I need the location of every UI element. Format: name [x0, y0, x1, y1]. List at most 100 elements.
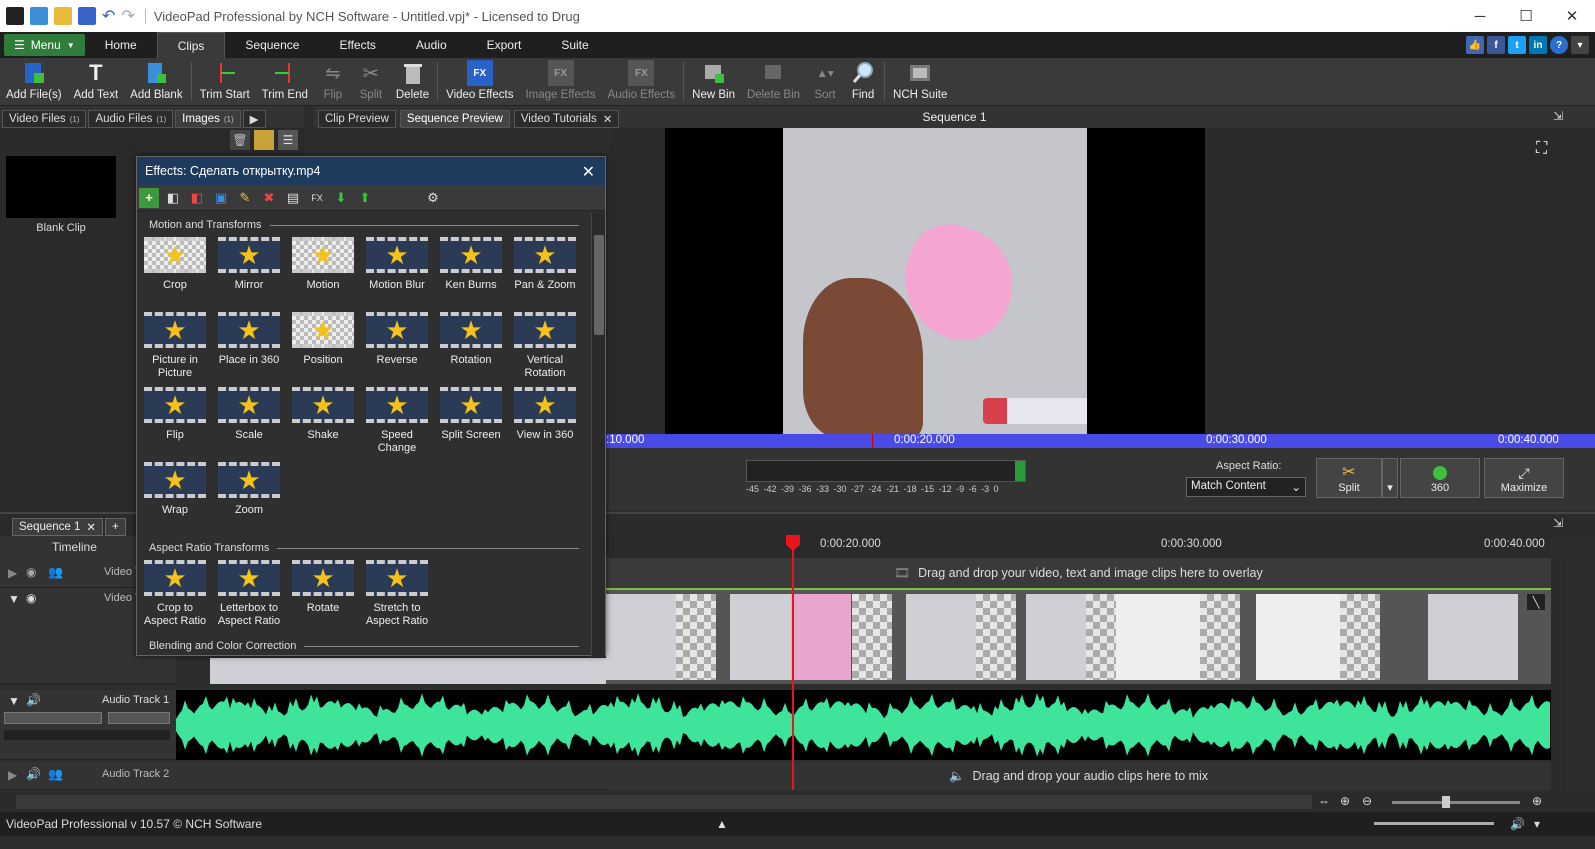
effect-reverse[interactable]: ★ Reverse — [361, 312, 433, 367]
add-keyframe-icon[interactable]: ◧ — [163, 188, 183, 208]
flip-button[interactable]: ⇋ Flip — [314, 58, 352, 105]
eye-icon[interactable]: ◉ — [26, 565, 36, 579]
users-icon[interactable]: 👥 — [48, 565, 63, 579]
minimize-button[interactable]: ─ — [1457, 0, 1503, 32]
speaker-icon[interactable]: 🔊 — [26, 767, 41, 781]
split-preview-button[interactable]: ✂ Split — [1316, 458, 1382, 498]
master-volume-slider[interactable] — [1374, 822, 1494, 825]
edit-icon[interactable]: ✎ — [235, 188, 255, 208]
delete-effect-icon[interactable]: ✖ — [259, 188, 279, 208]
trash-icon[interactable]: 🗑 — [230, 130, 250, 150]
add-sequence-button[interactable]: + — [105, 518, 126, 536]
tab-home[interactable]: Home — [85, 32, 157, 58]
move-up-icon[interactable]: ⬆ — [355, 188, 375, 208]
effect-scale[interactable]: ★ Scale — [213, 387, 285, 442]
tab-export[interactable]: Export — [467, 32, 542, 58]
tab-scroll-right[interactable]: ▶ — [242, 110, 266, 128]
effect-mirror[interactable]: ★ Mirror — [213, 237, 285, 292]
collapse-panel-icon[interactable]: ▲ — [716, 817, 728, 831]
add-blank-button[interactable]: Add Blank — [124, 58, 188, 105]
video-track[interactable]: ╲ — [606, 588, 1551, 684]
effect-stretch-to-aspect-ratio[interactable]: ★ Stretch to Aspect Ratio — [361, 560, 433, 628]
nch-suite-button[interactable]: NCH Suite — [887, 58, 953, 105]
find-button[interactable]: Find — [844, 58, 882, 105]
settings-icon[interactable]: ⚙ — [423, 188, 443, 208]
image-effects-button[interactable]: FX Image Effects — [519, 58, 601, 105]
effect-shake[interactable]: ★ Shake — [287, 387, 359, 442]
effect-crop[interactable]: ★ Crop — [139, 237, 211, 292]
close-icon[interactable]: ✕ — [582, 162, 595, 182]
pan-slider[interactable] — [108, 712, 170, 724]
redo-icon[interactable]: ↷ — [121, 6, 134, 26]
effects-scrollbar[interactable] — [591, 213, 605, 657]
overlay-drop-zone[interactable]: 🎞 Drag and drop your video, text and ima… — [606, 558, 1551, 588]
save-icon[interactable]: ▣ — [211, 188, 231, 208]
timeline-vertical-scrollbar[interactable] — [1551, 558, 1565, 792]
zoom-slider[interactable] — [1392, 801, 1520, 804]
effect-motion-blur[interactable]: ★ Motion Blur — [361, 237, 433, 292]
playhead[interactable] — [792, 540, 794, 790]
fit-icon[interactable]: ⇔ — [1318, 794, 1330, 808]
effect-place-in-360[interactable]: ★ Place in 360 — [213, 312, 285, 367]
effect-picture-in-picture[interactable]: ★ Picture in Picture — [139, 312, 211, 380]
effect-split-screen[interactable]: ★ Split Screen — [435, 387, 507, 442]
speaker-icon[interactable]: 🔊 — [26, 693, 41, 707]
volume-slider[interactable] — [4, 712, 102, 724]
copy-icon[interactable]: ▤ — [283, 188, 303, 208]
zoom-fit-icon[interactable]: ⊕ — [1340, 794, 1350, 808]
twitter-icon[interactable]: t — [1508, 36, 1526, 54]
add-effect-icon[interactable]: + — [139, 187, 159, 208]
dropdown-icon[interactable]: ▾ — [1571, 36, 1589, 54]
delete-bin-button[interactable]: Delete Bin — [741, 58, 806, 105]
360-button[interactable]: 360 — [1400, 458, 1480, 498]
effect-rotate[interactable]: ★ Rotate — [287, 560, 359, 615]
fx-chain-icon[interactable]: FX — [307, 188, 327, 208]
sort-button[interactable]: ▲▾ Sort — [806, 58, 844, 105]
effect-pan-zoom[interactable]: ★ Pan & Zoom — [509, 237, 581, 292]
linkedin-icon[interactable]: in — [1529, 36, 1547, 54]
folder-add-icon[interactable] — [254, 130, 274, 150]
add-text-button[interactable]: T Add Text — [68, 58, 125, 105]
preview-ruler[interactable]: :10.000 0:00:20.000 0:00:30.000 0:00:40.… — [606, 434, 1595, 448]
more-icon[interactable]: ▾ — [1534, 817, 1540, 831]
like-icon[interactable]: 👍 — [1466, 36, 1484, 54]
transition-icon[interactable]: ╲ — [1527, 594, 1545, 610]
video-effects-button[interactable]: FX Video Effects — [440, 58, 519, 105]
undock-timeline-icon[interactable]: ⇲ — [1553, 516, 1563, 530]
effect-ken-burns[interactable]: ★ Ken Burns — [435, 237, 507, 292]
zoom-out-icon[interactable]: ⊖ — [1362, 794, 1372, 808]
maximize-button[interactable]: ☐ — [1503, 0, 1549, 32]
close-button[interactable]: ✕ — [1549, 0, 1595, 32]
tab-effects[interactable]: Effects — [319, 32, 395, 58]
timeline-horizontal-scrollbar[interactable]: ⇔ ⊕ ⊖ ⊕ — [0, 792, 1595, 812]
remove-keyframe-icon[interactable]: ◧ — [187, 188, 207, 208]
zoom-in-icon[interactable]: ⊕ — [1532, 794, 1542, 808]
scroll-thumb[interactable] — [16, 795, 1312, 809]
timeline-ruler[interactable]: 0:00:20.000 0:00:30.000 0:00:40.000 — [606, 536, 1551, 558]
tab-sequence[interactable]: Sequence — [225, 32, 319, 58]
tab-video-tutorials[interactable]: Video Tutorials ✕ — [513, 110, 620, 128]
effect-flip[interactable]: ★ Flip — [139, 387, 211, 442]
facebook-icon[interactable]: f — [1487, 36, 1505, 54]
tab-clips[interactable]: Clips — [156, 32, 226, 58]
delete-button[interactable]: Delete — [390, 58, 435, 105]
effect-rotation[interactable]: ★ Rotation — [435, 312, 507, 367]
effect-vertical-rotation[interactable]: ★ Vertical Rotation — [509, 312, 581, 380]
collapse-track-icon[interactable]: ▼ — [8, 694, 20, 708]
aspect-ratio-select[interactable]: Match Content ⌄ — [1186, 477, 1306, 497]
effect-speed-change[interactable]: ★ Speed Change — [361, 387, 433, 455]
fullscreen-icon[interactable]: ⛶ — [1536, 140, 1547, 158]
undo-icon[interactable]: ↶ — [102, 6, 115, 26]
eye-icon[interactable]: ◉ — [26, 591, 36, 605]
new-bin-button[interactable]: New Bin — [686, 58, 741, 105]
effect-zoom[interactable]: ★ Zoom — [213, 462, 285, 517]
new-project-icon[interactable] — [30, 7, 48, 25]
tab-images[interactable]: Images (1) — [175, 110, 241, 128]
expand-track-icon[interactable]: ▶ — [8, 768, 17, 782]
blank-clip-thumbnail[interactable] — [6, 156, 116, 218]
open-folder-icon[interactable] — [54, 7, 72, 25]
maximize-preview-button[interactable]: ⤢ Maximize — [1484, 458, 1564, 498]
split-dropdown-button[interactable]: ▾ — [1382, 458, 1398, 498]
split-button[interactable]: ✂ Split — [352, 58, 390, 105]
collapse-track-icon[interactable]: ▼ — [8, 592, 20, 606]
